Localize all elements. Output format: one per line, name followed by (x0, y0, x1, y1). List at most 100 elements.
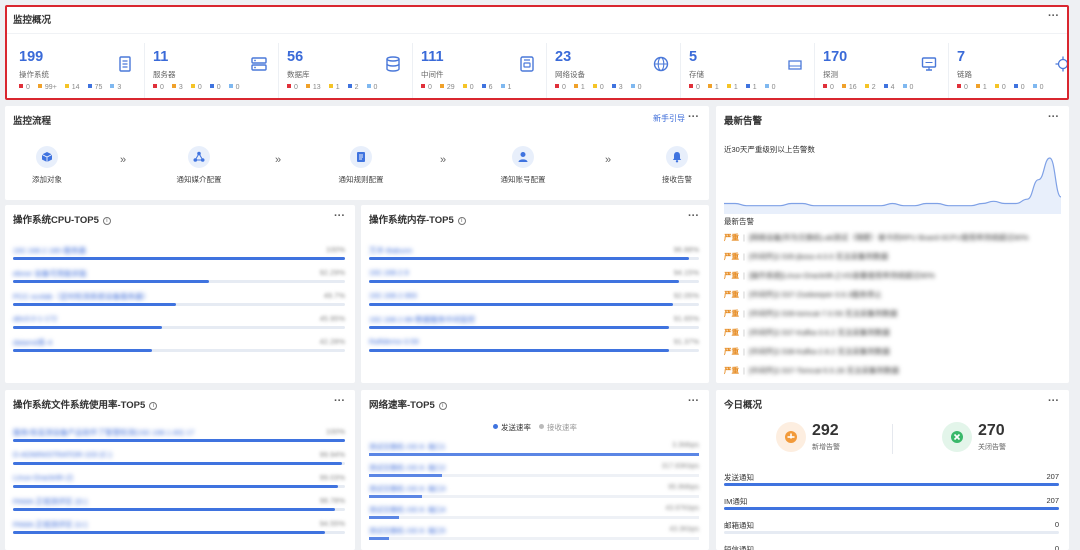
new-alarm-icon (776, 422, 806, 452)
info-icon[interactable]: i (102, 217, 111, 225)
separator: | (743, 328, 745, 337)
list-item[interactable]: ebnor 设备可用能状能 92.29% (13, 268, 345, 292)
alarm-message: [网络设备]华为交换机Lab测试（隔壁）被卡的RPU Board-0CPU使用率… (748, 233, 1029, 242)
notify-count: 0 (1054, 520, 1059, 529)
item-value: 99.94% (319, 450, 345, 459)
closed-alarm-icon (942, 422, 972, 452)
item-value: 94.15% (673, 268, 699, 277)
mem-more-icon[interactable]: ··· (688, 210, 699, 222)
progress-fill (369, 349, 670, 352)
alarm-message: [操作系统]Linux-Oracle9h上VG容量使用率持续超过90% (748, 271, 935, 280)
list-item[interactable]: 测试交换机-192.8. 端口1 3.3Mbps (369, 442, 699, 464)
list-item[interactable]: 测试交换机-192.8. 端口2 317.83Kbps (369, 463, 699, 485)
list-item[interactable]: 测试交换机-192.8. 端口3 95.9Mbps (369, 484, 699, 506)
progress-fill (369, 453, 699, 456)
list-item[interactable]: 万丰-Babunn 96.88% (369, 245, 699, 269)
legend-send[interactable]: 发送速率 (492, 423, 531, 432)
alarms-more-icon[interactable]: ··· (1048, 111, 1059, 123)
today-more-icon[interactable]: ··· (1048, 395, 1059, 407)
progress-fill (13, 439, 345, 442)
notify-count: 207 (1046, 472, 1059, 481)
separator: | (743, 271, 745, 280)
item-name: 测试交换机-192.8. 端口4 (369, 507, 446, 514)
flow-step[interactable]: 通知规则配置 (321, 146, 401, 185)
alarm-message: [中间件]2.537-Zookeeper-3.6.3服务停止 (748, 290, 882, 299)
progress-track (724, 483, 1059, 486)
progress-track (369, 326, 699, 329)
cpu-more-icon[interactable]: ··· (334, 210, 345, 222)
progress-track (13, 257, 345, 260)
today-card: 今日概况 ··· 292 新增告警 270 关闭告警 发送通知 207 IM通知… (716, 390, 1069, 550)
info-icon[interactable]: i (149, 402, 158, 410)
item-value: 45.95% (319, 314, 345, 323)
legend-recv[interactable]: 接收速率 (539, 423, 577, 432)
alarm-item[interactable]: 严重 | [中间件]2.537-Kafka-3.6.2 无法采集到数据 (724, 327, 890, 341)
progress-fill (13, 349, 153, 352)
alarm-item[interactable]: 严重 | [中间件]2.537-Zookeeper-3.6.3服务停止 (724, 289, 882, 303)
alarm-item[interactable]: 严重 | [中间件]2.538-Kafka-2.8.2 无法采集到数据 (724, 346, 890, 360)
alarm-item[interactable]: 严重 | [中间件]2.537-Tomcat-5.5.28 无法采集到数据 (724, 365, 899, 379)
flow-arrow-icon: » (440, 154, 447, 166)
progress-track (724, 531, 1059, 534)
list-item[interactable]: 192.168.2.9 94.15% (369, 268, 699, 292)
list-item[interactable]: Linux-Oracle9h (/) 99.03% (13, 473, 345, 497)
highlight-box (5, 5, 1069, 100)
progress-track (13, 531, 345, 534)
flow-step[interactable]: 添加对象 (7, 146, 87, 185)
item-value: 98.78% (319, 496, 345, 505)
notify-row: 发送通知 207 (724, 472, 1059, 494)
list-item[interactable]: abs3.0-1-172 45.95% (13, 314, 345, 338)
separator: | (743, 252, 745, 261)
item-name: 192.168.2.88-数据服务中间监控 (369, 315, 476, 324)
fs-title: 操作系统文件系统使用率-TOP5 i (13, 397, 158, 411)
add-object-icon (36, 146, 58, 168)
list-item[interactable]: 192.168.2.180-服务器 100% (13, 245, 345, 269)
info-icon[interactable]: i (457, 217, 466, 225)
item-value: 96.88% (673, 245, 699, 254)
item-name: 192.168.2.180-服务器 (13, 246, 86, 255)
fs-card: 操作系统文件系统使用率-TOP5 i ··· 服务/各监测设备产品软件了智慧检测(… (5, 390, 355, 550)
net-more-icon[interactable]: ··· (688, 395, 699, 407)
list-item[interactable]: 测试交换机-192.8. 端口4 43.97Kbps (369, 505, 699, 527)
list-item[interactable]: D-ADMINISTRATOR-103 (C:) 99.94% (13, 450, 345, 474)
progress-fill (13, 326, 163, 329)
alarm-item[interactable]: 严重 | [操作系统]Linux-Oracle9h上VG容量使用率持续超过90% (724, 270, 935, 284)
alarm-item[interactable]: 严重 | [中间件]2.539-tomcat-7.0.59 无法采集到数据 (724, 308, 897, 322)
progress-fill (13, 303, 176, 306)
list-item[interactable]: 192.168.2.88-数据服务中间监控 91.65% (369, 314, 699, 338)
list-item[interactable]: PAMA 正规测评区 (U:) 94.55% (13, 519, 345, 543)
progress-track (369, 303, 699, 306)
progress-track (369, 280, 699, 283)
item-name: datamd系-4 (13, 338, 53, 347)
list-item[interactable]: Raftdemo-3.59 91.37% (369, 337, 699, 361)
notify-row: IM通知 207 (724, 496, 1059, 518)
fs-more-icon[interactable]: ··· (334, 395, 345, 407)
info-icon[interactable]: i (438, 402, 447, 410)
flow-step[interactable]: 通知账号配置 (483, 146, 563, 185)
item-name: 测试交换机-192.8. 端口3 (369, 486, 446, 493)
notify-count: 0 (1054, 544, 1059, 550)
list-item[interactable]: 测试交换机-192.8. 端口5 43.3Kbps (369, 526, 699, 548)
alarm-level: 严重 (724, 290, 739, 299)
flow-step[interactable]: 通知媒介配置 (159, 146, 239, 185)
item-name: PAMA 正规测评区 (D:) (13, 497, 88, 506)
list-item[interactable]: 192.168.2.993 92.05% (369, 291, 699, 315)
flow-more-icon[interactable]: ··· (688, 111, 699, 123)
flow-step-label: 接收告警 (662, 175, 692, 184)
alarm-item[interactable]: 严重 | [网络设备]华为交换机Lab测试（隔壁）被卡的RPU Board-0CPU… (724, 232, 1029, 246)
separator: | (743, 347, 745, 356)
mem-card: 操作系统内存-TOP5 i ··· 万丰-Babunn 96.88% 192.16… (361, 205, 709, 383)
guide-link[interactable]: 新手引导 (653, 113, 685, 124)
trend-line (724, 157, 1061, 207)
item-name: 服务/各监测设备产品软件了智慧检测(192.168.1.60) 17 (13, 428, 195, 437)
list-item[interactable]: PAMA 正规测评区 (D:) 98.78% (13, 496, 345, 520)
progress-track (369, 349, 699, 352)
net-card: 网络速率-TOP5 i ··· 发送速率 接收速率 测试交换机-192.8. 端口… (361, 390, 709, 550)
list-item[interactable]: 服务/各监测设备产品软件了智慧检测(192.168.1.60) 17 100% (13, 427, 345, 451)
flow-step[interactable]: 接收告警 (637, 146, 709, 185)
list-item[interactable]: datamd系-4 42.28% (13, 337, 345, 361)
alarm-item[interactable]: 严重 | [中间件]2.535-jboss-4.0.0 无法采集到数据 (724, 251, 888, 265)
progress-track (369, 537, 699, 540)
list-item[interactable]: PCC-scxlab（定时检测系统设备服务器） 49.7% (13, 291, 345, 315)
bell-icon (666, 146, 688, 168)
